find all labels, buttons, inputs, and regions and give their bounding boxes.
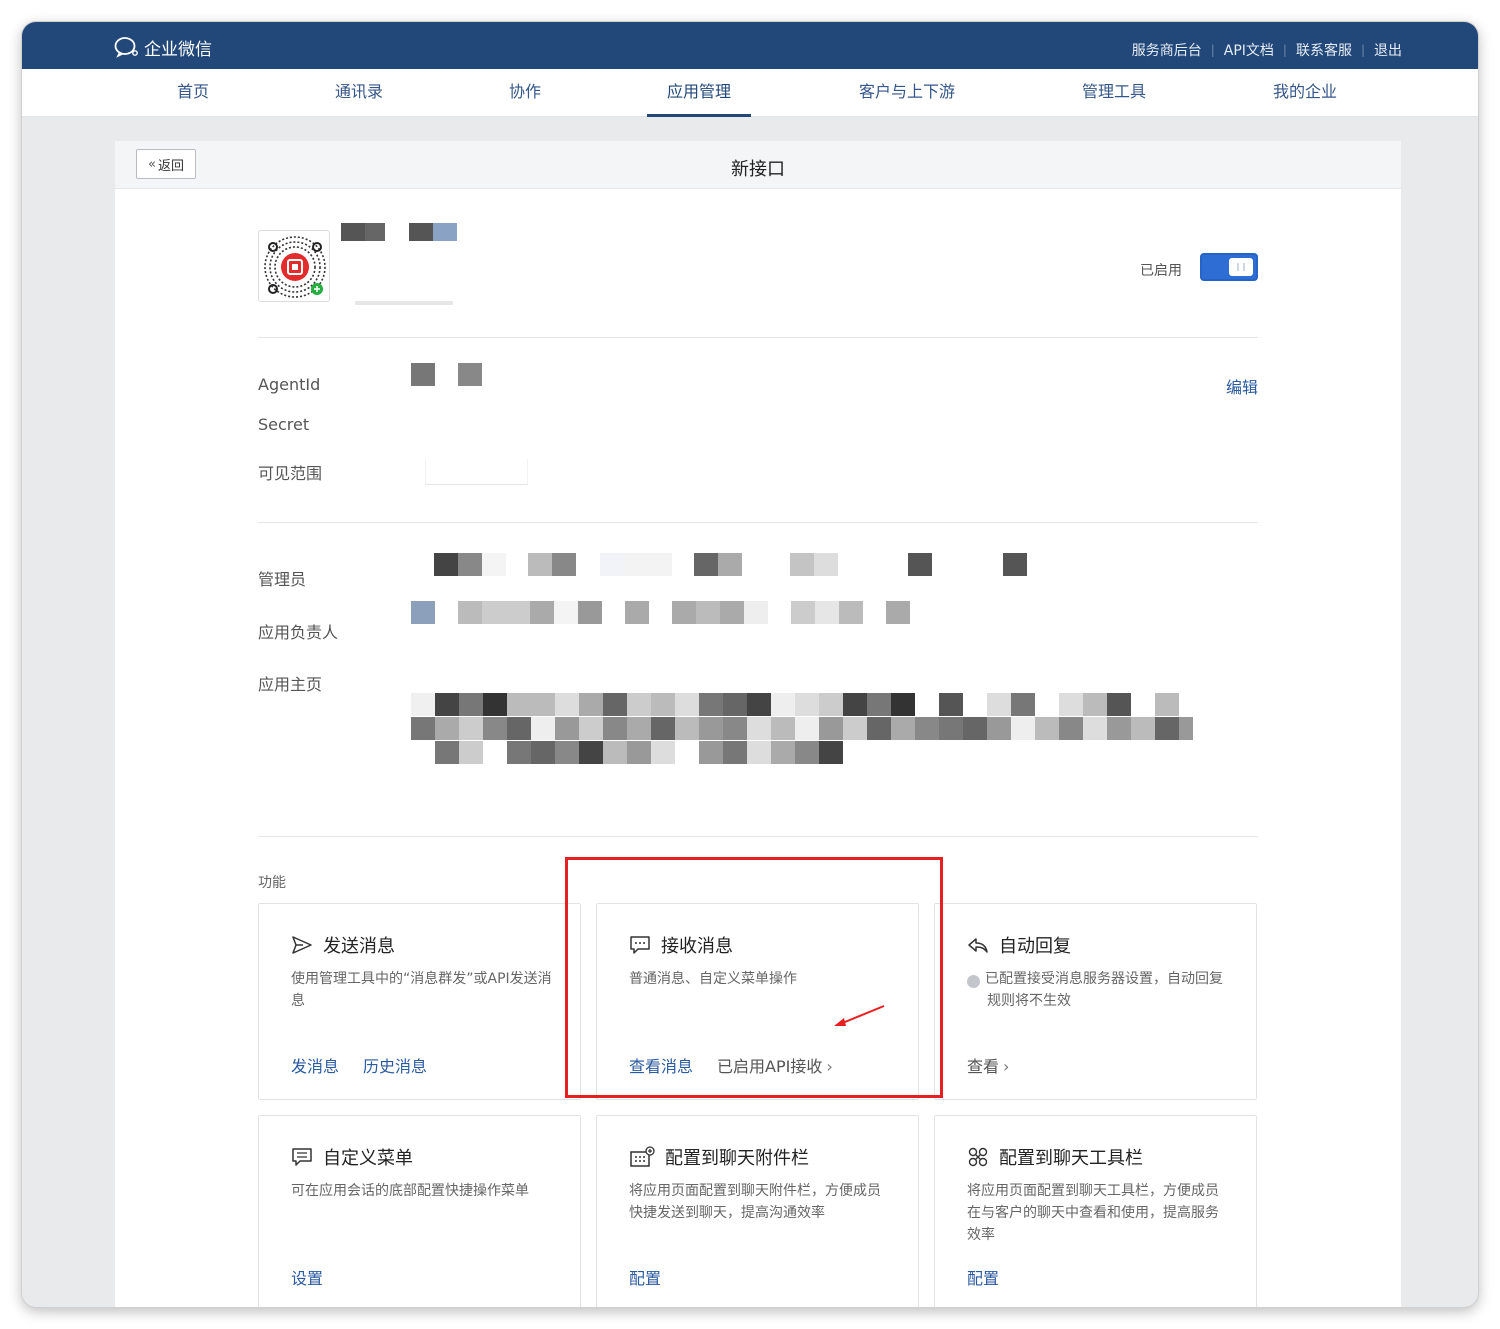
brand-name: 企业微信 (144, 39, 212, 60)
scope-value (425, 459, 528, 485)
card-title: 配置到聊天工具栏 (967, 1144, 1143, 1170)
card-desc: ! 已配置接受消息服务器设置，自动回复规则将不生效 (961, 968, 1229, 1012)
card-title-text: 发送消息 (323, 936, 395, 957)
card-title: 发送消息 (291, 932, 395, 958)
edit-link[interactable]: 编辑 (1226, 374, 1258, 398)
divider (258, 522, 1258, 523)
highlight-box (565, 857, 943, 1098)
card-attachment-bar: 配置到聊天附件栏 将应用页面配置到聊天附件栏，方便成员快捷发送到聊天，提高沟通效… (596, 1115, 919, 1307)
browser-window: 企业微信 服务商后台 | API文档 | 联系客服 | 退出 首页 通讯录 协作… (22, 22, 1478, 1307)
separator: | (1360, 43, 1365, 57)
separator: | (1282, 43, 1287, 57)
card-actions: 配置 (967, 1265, 1023, 1289)
card-actions: 设置 (291, 1265, 347, 1289)
card-desc: 可在应用会话的底部配置快捷操作菜单 (291, 1183, 529, 1199)
qr-code-icon (264, 236, 326, 298)
card-title: 自动回复 (967, 932, 1071, 958)
reply-icon (968, 938, 988, 953)
menu-settings-link[interactable]: 设置 (291, 1265, 323, 1289)
app-name-redacted (341, 223, 461, 245)
card-desc-text: 已配置接受消息服务器设置，自动回复规则将不生效 (985, 971, 1223, 1009)
top-bar: 企业微信 服务商后台 | API文档 | 联系客服 | 退出 (22, 22, 1478, 69)
tab-app-management[interactable]: 应用管理 (646, 69, 752, 117)
send-icon (292, 936, 312, 954)
configure-toolbar-link[interactable]: 配置 (967, 1265, 999, 1289)
toplink-logout[interactable]: 退出 (1374, 40, 1402, 60)
card-title-text: 自动回复 (999, 936, 1071, 957)
homepage-label: 应用主页 (258, 675, 323, 694)
toolbar-icon (968, 1147, 988, 1167)
card-title-text: 配置到聊天工具栏 (999, 1148, 1143, 1169)
homepage-value-redacted (411, 693, 1201, 765)
top-links: 服务商后台 | API文档 | 联系客服 | 退出 (1132, 40, 1402, 60)
app-detail-panel: « 返回 新接口 已启用 AgentId Secret 可见范围 编辑 管理员 … (115, 141, 1401, 1307)
tab-contacts[interactable]: 通讯录 (335, 69, 383, 117)
secret-label: Secret (258, 415, 310, 434)
toplink-api-docs[interactable]: API文档 (1224, 40, 1274, 60)
configure-attachment-link[interactable]: 配置 (629, 1265, 661, 1289)
message-history-link[interactable]: 历史消息 (363, 1053, 427, 1077)
agentid-value-redacted (411, 363, 491, 387)
toplink-provider[interactable]: 服务商后台 (1132, 40, 1202, 60)
wecom-logo-icon (114, 37, 138, 58)
scope-label: 可见范围 (258, 464, 323, 483)
card-desc: 将应用页面配置到聊天工具栏，方便成员在与客户的聊天中查看和使用，提高服务效率 (967, 1183, 1219, 1243)
card-title: 配置到聊天附件栏 (629, 1144, 809, 1170)
tab-home[interactable]: 首页 (177, 69, 209, 117)
card-actions: 配置 (629, 1265, 685, 1289)
card-desc: 使用管理工具中的“消息群发”或API发送消息 (291, 971, 552, 1009)
status-label: 已启用 (1140, 263, 1182, 279)
panel-header: « 返回 新接口 (115, 141, 1401, 189)
enable-toggle[interactable] (1200, 253, 1258, 281)
send-message-link[interactable]: 发消息 (291, 1053, 339, 1077)
card-chat-toolbar: 配置到聊天工具栏 将应用页面配置到聊天工具栏，方便成员在与客户的聊天中查看和使用… (934, 1115, 1257, 1307)
info-icon: ! (961, 975, 980, 988)
view-auto-reply-link[interactable]: 查看 › (967, 1053, 1009, 1077)
tab-my-company[interactable]: 我的企业 (1273, 69, 1337, 117)
card-actions: 查看 › (967, 1053, 1009, 1077)
card-custom-menu: 自定义菜单 可在应用会话的底部配置快捷操作菜单 设置 (258, 1115, 581, 1307)
brand-logo[interactable]: 企业微信 (114, 36, 212, 60)
separator: | (1210, 43, 1215, 57)
toggle-knob (1229, 258, 1253, 276)
red-arrow-icon (834, 1005, 885, 1026)
card-title-text: 自定义菜单 (323, 1148, 413, 1169)
chevron-right-icon: › (1003, 1057, 1010, 1076)
card-auto-reply: 自动回复 ! 已配置接受消息服务器设置，自动回复规则将不生效 查看 › (934, 903, 1257, 1100)
owner-label: 应用负责人 (258, 623, 339, 642)
admin-label: 管理员 (258, 570, 307, 589)
agentid-label: AgentId (258, 375, 321, 394)
view-label: 查看 (967, 1057, 1000, 1076)
admin-value-redacted (434, 553, 1034, 577)
menu-icon (292, 1148, 312, 1166)
features-section-label: 功能 (258, 875, 286, 891)
page-title: 新接口 (731, 159, 785, 180)
divider (258, 337, 1258, 338)
tab-admin-tools[interactable]: 管理工具 (1082, 69, 1146, 117)
toplink-support[interactable]: 联系客服 (1296, 40, 1352, 60)
main-nav: 首页 通讯录 协作 应用管理 客户与上下游 管理工具 我的企业 (22, 69, 1478, 117)
card-desc: 将应用页面配置到聊天附件栏，方便成员快捷发送到聊天，提高沟通效率 (629, 1183, 881, 1221)
tab-collaboration[interactable]: 协作 (509, 69, 541, 117)
card-send-message: 发送消息 使用管理工具中的“消息群发”或API发送消息 发消息 历史消息 (258, 903, 581, 1100)
card-title-text: 配置到聊天附件栏 (665, 1148, 809, 1169)
app-logo[interactable] (258, 230, 330, 302)
owner-value-redacted (411, 601, 931, 625)
card-title: 自定义菜单 (291, 1144, 413, 1170)
app-desc-redacted (355, 301, 455, 307)
divider (258, 836, 1258, 837)
tab-customers[interactable]: 客户与上下游 (859, 69, 955, 117)
attachment-bar-icon (630, 1146, 655, 1167)
card-actions: 发消息 历史消息 (291, 1053, 451, 1077)
